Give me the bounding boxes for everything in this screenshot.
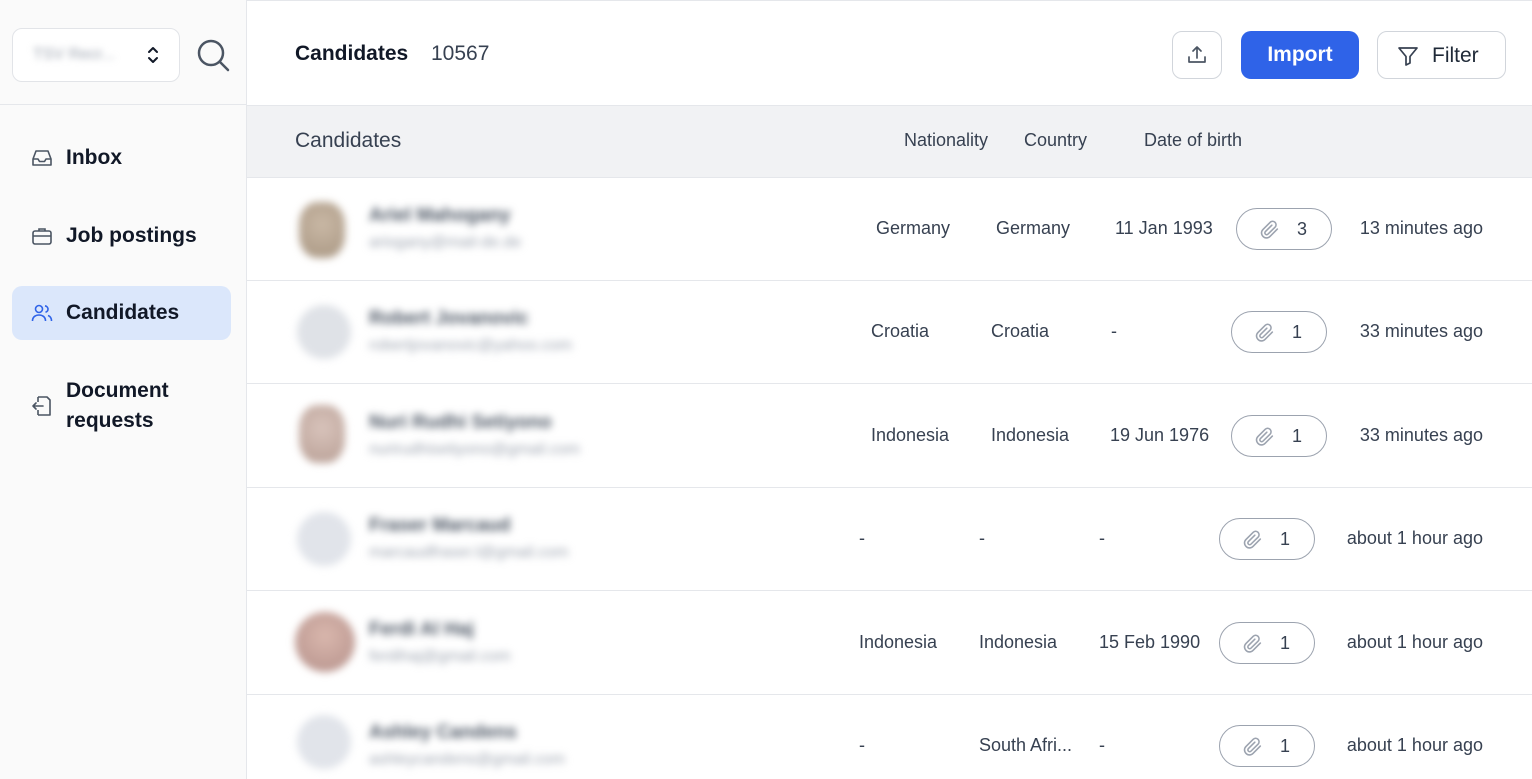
country-cell: Indonesia — [979, 632, 1058, 652]
column-header-candidates[interactable]: Candidates — [295, 129, 401, 153]
paperclip-icon — [1260, 220, 1279, 239]
sidebar-item-job-postings[interactable]: Job postings — [12, 214, 231, 258]
candidate-name: Nuri Rudhi Setiyono — [369, 412, 552, 433]
attachments-button[interactable]: 1 — [1219, 622, 1315, 664]
sidebar-item-label: Document requests — [66, 379, 169, 432]
filter-button[interactable]: Filter — [1377, 31, 1506, 79]
attachment-count: 1 — [1292, 322, 1303, 342]
sidebar-header: TSV Recr... — [0, 0, 246, 105]
attachments-button[interactable]: 1 — [1219, 518, 1315, 560]
candidate-email: marcaudfraser.l@gmail.com — [369, 544, 569, 561]
candidate-email: ferdihaj@gmail.com — [369, 648, 511, 665]
candidate-email: ashleycandens@gmail.com — [369, 751, 565, 768]
search-icon[interactable] — [194, 36, 232, 74]
candidate-count: 10567 — [431, 42, 490, 65]
sidebar-item-label: Inbox — [66, 146, 122, 169]
attachments-button[interactable]: 3 — [1236, 208, 1332, 250]
nationality-cell: Croatia — [871, 321, 930, 341]
date-of-birth-cell: - — [1111, 321, 1117, 341]
sidebar-item-label: Job postings — [66, 224, 197, 247]
page-title: Candidates — [295, 42, 409, 65]
attachment-count: 1 — [1292, 426, 1303, 446]
updated-time: about 1 hour ago — [1346, 632, 1483, 652]
attachment-count: 3 — [1297, 219, 1308, 239]
sidebar-item-document-requests[interactable]: Document requests — [12, 374, 231, 438]
updated-time: about 1 hour ago — [1346, 735, 1483, 755]
table-row[interactable]: Ferdi Al Haj ferdihaj@gmail.com Indonesi… — [247, 592, 1532, 695]
date-of-birth-cell: 15 Feb 1990 — [1099, 632, 1201, 652]
table-row[interactable]: Nuri Rudhi Setiyono nurirudhisetiyono@gm… — [247, 385, 1532, 488]
inbox-icon — [32, 150, 52, 166]
candidate-name: Fraser Marcaud — [369, 515, 511, 536]
table-row[interactable]: Ariel Mahogany ariogany@mail-de.de Germa… — [247, 178, 1532, 281]
filter-icon — [1398, 47, 1418, 66]
attachments-button[interactable]: 1 — [1231, 415, 1327, 457]
table-header: Candidates Nationality Country Date of b… — [247, 106, 1532, 178]
candidate-email: ariogany@mail-de.de — [369, 234, 522, 251]
paperclip-icon — [1243, 634, 1262, 653]
country-cell: Croatia — [991, 321, 1050, 341]
date-of-birth-cell: - — [1099, 735, 1105, 755]
date-of-birth-cell: - — [1099, 528, 1105, 548]
table-row[interactable]: Ashley Candens ashleycandens@gmail.com -… — [247, 695, 1532, 779]
sidebar-item-label: Candidates — [66, 301, 180, 324]
nationality-cell: Germany — [876, 218, 951, 238]
avatar — [297, 512, 351, 566]
page-header: Candidates 10567 Import Filter — [247, 4, 1532, 106]
import-button[interactable]: Import — [1241, 31, 1359, 79]
country-cell: Indonesia — [991, 425, 1070, 445]
date-of-birth-cell: 11 Jan 1993 — [1115, 218, 1213, 238]
filter-label: Filter — [1432, 44, 1479, 67]
table-row[interactable]: Robert Jovanovic robertjovanovic@yahoo.c… — [247, 281, 1532, 384]
attachment-count: 1 — [1280, 633, 1291, 653]
attachments-button[interactable]: 1 — [1231, 311, 1327, 353]
avatar — [297, 305, 351, 359]
organization-selector[interactable]: TSV Recr... — [12, 28, 180, 82]
nationality-cell: Indonesia — [871, 425, 950, 445]
attachment-count: 1 — [1280, 736, 1291, 756]
candidate-email: nurirudhisetiyono@gmail.com — [369, 441, 580, 458]
avatar — [297, 715, 351, 769]
sidebar: TSV Recr... Inbox Job postings Candidate… — [0, 0, 247, 779]
avatar — [299, 405, 345, 463]
updated-time: about 1 hour ago — [1346, 528, 1483, 548]
paperclip-icon — [1243, 737, 1262, 756]
upload-icon — [1188, 46, 1206, 63]
avatar — [295, 612, 355, 672]
chevron-up-down-icon — [148, 47, 158, 63]
users-icon — [31, 304, 53, 322]
column-header-country[interactable]: Country — [1024, 130, 1087, 151]
avatar — [299, 202, 345, 258]
column-header-date-of-birth[interactable]: Date of birth — [1144, 130, 1242, 151]
sidebar-item-inbox[interactable]: Inbox — [12, 136, 231, 180]
paperclip-icon — [1255, 323, 1274, 342]
document-request-icon — [32, 396, 51, 416]
export-button[interactable] — [1172, 31, 1222, 79]
candidate-name: Ferdi Al Haj — [369, 619, 474, 640]
briefcase-icon — [32, 228, 52, 245]
nationality-cell: - — [859, 528, 865, 548]
candidate-name: Robert Jovanovic — [369, 308, 529, 329]
updated-time: 33 minutes ago — [1359, 425, 1483, 445]
paperclip-icon — [1243, 530, 1262, 549]
nationality-cell: Indonesia — [859, 632, 938, 652]
sidebar-item-candidates[interactable]: Candidates — [12, 286, 231, 340]
paperclip-icon — [1255, 427, 1274, 446]
country-cell: South Afri... — [979, 735, 1073, 755]
country-cell: Germany — [996, 218, 1071, 238]
attachment-count: 1 — [1280, 529, 1291, 549]
candidate-name: Ariel Mahogany — [369, 205, 511, 226]
nationality-cell: - — [859, 735, 865, 755]
candidate-email: robertjovanovic@yahoo.com — [369, 337, 573, 354]
candidate-name: Ashley Candens — [369, 722, 517, 743]
updated-time: 13 minutes ago — [1359, 218, 1483, 238]
date-of-birth-cell: 19 Jun 1976 — [1110, 425, 1210, 445]
table-row[interactable]: Fraser Marcaud marcaudfraser.l@gmail.com… — [247, 488, 1532, 591]
attachments-button[interactable]: 1 — [1219, 725, 1315, 767]
country-cell: - — [979, 528, 985, 548]
column-header-nationality[interactable]: Nationality — [904, 130, 988, 151]
organization-name: TSV Recr... — [33, 46, 115, 63]
updated-time: 33 minutes ago — [1359, 321, 1483, 341]
